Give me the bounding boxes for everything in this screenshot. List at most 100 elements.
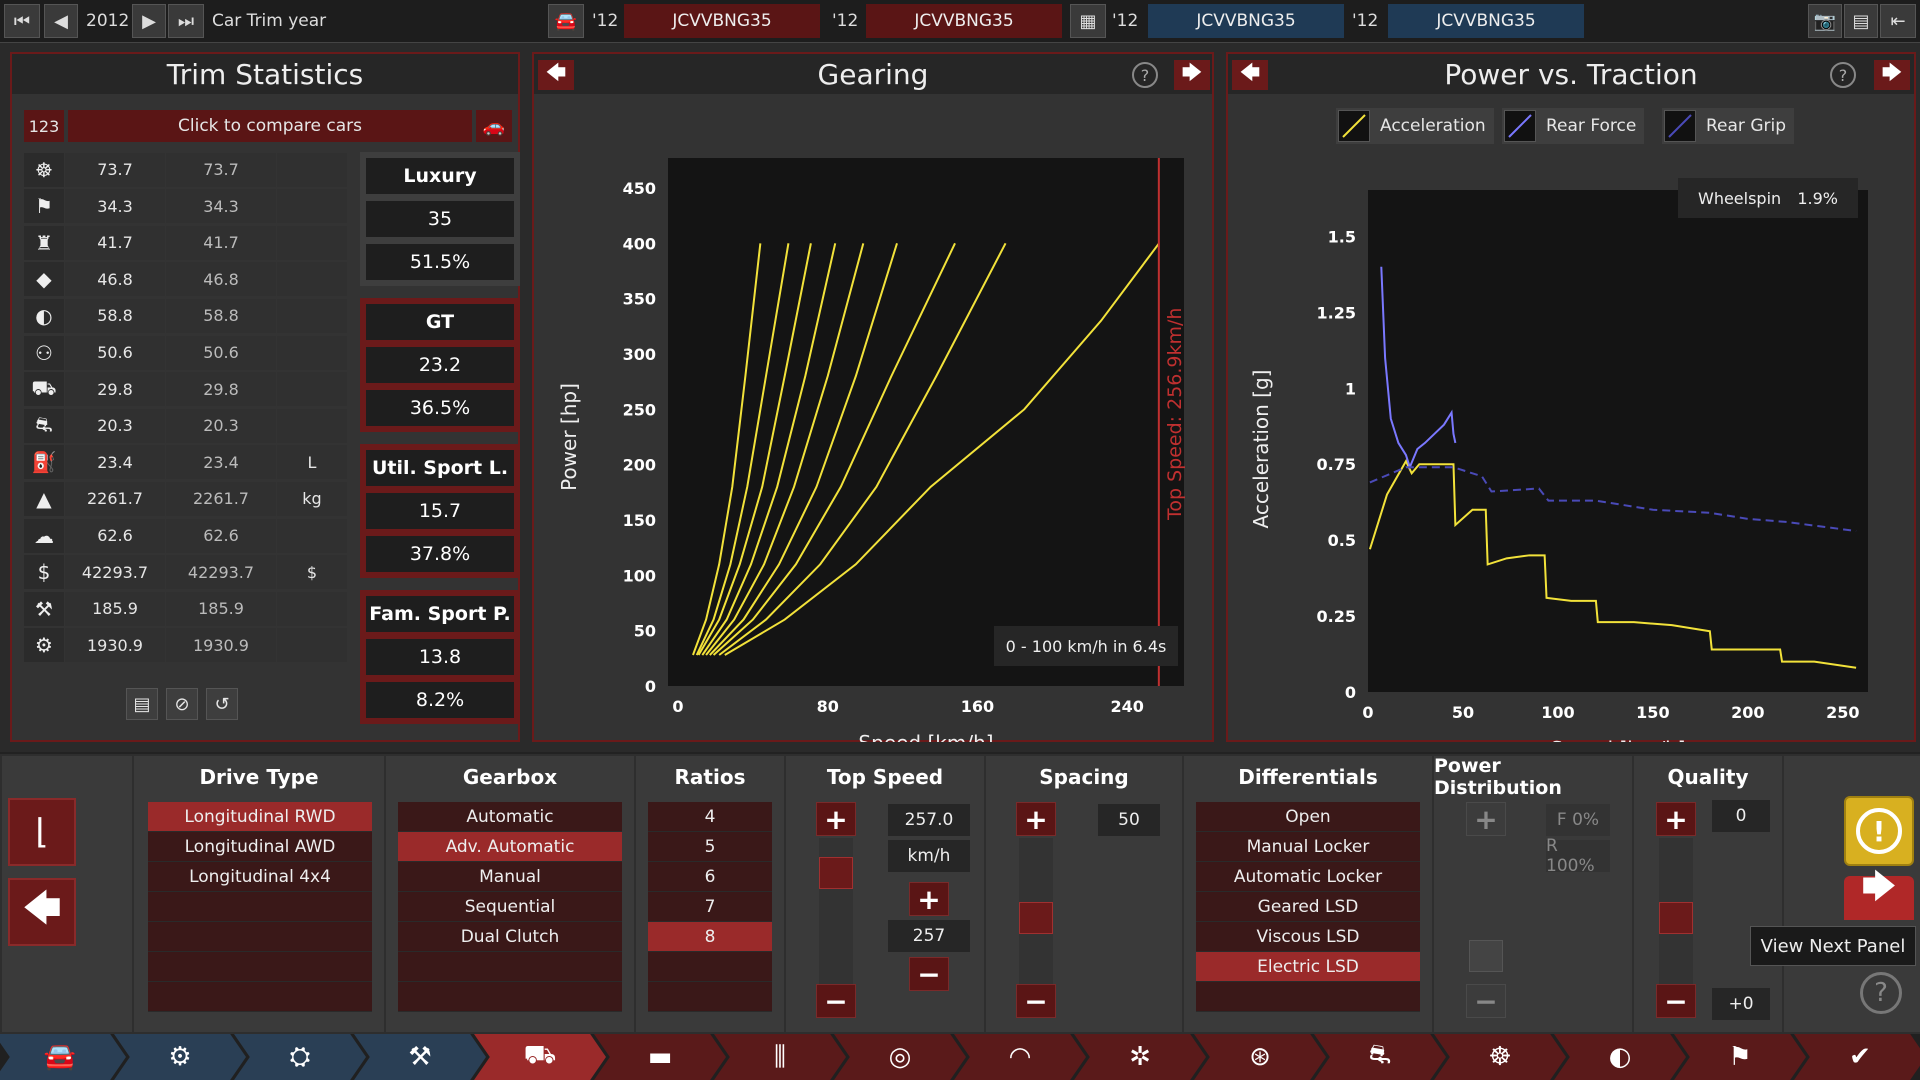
empty-list-slot: [648, 982, 772, 1012]
top-speed-slider-handle[interactable]: [819, 857, 853, 890]
warning-icon: !: [1856, 808, 1902, 854]
grid-slot-icon[interactable]: ▦: [1070, 4, 1106, 38]
reset-icon[interactable]: ↺: [206, 688, 238, 720]
stat-value: 20.3: [65, 408, 165, 443]
list-item[interactable]: Electric LSD: [1196, 952, 1420, 982]
stat-row: ⚒ 185.9 185.9: [24, 591, 348, 626]
power-dist-decrease-button[interactable]: −: [1466, 984, 1506, 1018]
power-dist-slider[interactable]: [1469, 838, 1503, 998]
prev-panel-button[interactable]: 🡄: [538, 60, 574, 90]
help-icon[interactable]: ?: [1132, 62, 1158, 88]
power-dist-increase-button[interactable]: +: [1466, 802, 1506, 836]
chassis-icon[interactable]: ▬: [594, 1034, 726, 1080]
list-item[interactable]: Longitudinal RWD: [148, 802, 372, 832]
stat-row: $ 42293.7 42293.7 $: [24, 555, 348, 590]
list-item[interactable]: 5: [648, 832, 772, 862]
brakes-icon[interactable]: ◎: [834, 1034, 966, 1080]
list-item[interactable]: Longitudinal AWD: [148, 832, 372, 862]
prev-panel-button[interactable]: 🡄: [1232, 60, 1268, 90]
slot-3[interactable]: JCVVBNG35: [1148, 4, 1344, 38]
stat-compare-value: 42293.7: [166, 555, 276, 590]
engine-parts-icon[interactable]: ⚙: [114, 1034, 246, 1080]
compare-car-icon[interactable]: 🚗: [476, 110, 512, 142]
list-item[interactable]: Manual: [398, 862, 622, 892]
list-item[interactable]: 6: [648, 862, 772, 892]
help-icon[interactable]: ?: [1830, 62, 1856, 88]
quality-increase-button[interactable]: +: [1656, 802, 1696, 836]
aero-icon[interactable]: ⊛: [1194, 1034, 1326, 1080]
clear-icon[interactable]: ⊘: [166, 688, 198, 720]
y-axis-label: Acceleration [g]: [1249, 370, 1273, 529]
spacing-slider-handle[interactable]: [1019, 902, 1053, 934]
y-tick-label: 150: [623, 511, 656, 530]
finish-icon[interactable]: ✔: [1794, 1034, 1920, 1080]
list-item[interactable]: Adv. Automatic: [398, 832, 622, 862]
list-item[interactable]: Geared LSD: [1196, 892, 1420, 922]
spacing-value: 50: [1098, 804, 1160, 836]
target-speed-decrease-button[interactable]: −: [909, 957, 949, 991]
next-panel-button[interactable]: 🡆: [1174, 60, 1210, 90]
list-item[interactable]: Open: [1196, 802, 1420, 832]
skip-back-icon[interactable]: ⏮: [4, 4, 40, 38]
suspension-icon[interactable]: ⫼: [714, 1034, 846, 1080]
prev-year-button[interactable]: ◀: [44, 4, 78, 38]
x-tick-label: 250: [1826, 703, 1859, 722]
tires-icon[interactable]: ◠: [954, 1034, 1086, 1080]
spacing-decrease-button[interactable]: −: [1016, 984, 1056, 1018]
list-item[interactable]: Viscous LSD: [1196, 922, 1420, 952]
category-percent: 8.2%: [366, 682, 514, 718]
list-item[interactable]: 8: [648, 922, 772, 952]
fixtures-icon[interactable]: ⛐: [1314, 1034, 1446, 1080]
stat-unit: [277, 518, 347, 553]
engineering-icon: ⚙: [24, 628, 64, 663]
y-tick-label: 50: [634, 622, 656, 641]
list-item[interactable]: Automatic Locker: [1196, 862, 1420, 892]
quality-decrease-button[interactable]: −: [1656, 984, 1696, 1018]
camera-icon[interactable]: 📷: [1808, 4, 1842, 38]
exit-back-icon[interactable]: ⇤: [1880, 4, 1916, 38]
ratios-list: 45678: [646, 800, 774, 1012]
y-tick-label: 1.25: [1317, 303, 1356, 322]
drivetrain-icon[interactable]: ⛟: [474, 1034, 606, 1080]
slot-2[interactable]: JCVVBNG35: [866, 4, 1062, 38]
list-item[interactable]: Manual Locker: [1196, 832, 1420, 862]
skip-forward-icon[interactable]: ⏭: [168, 4, 204, 38]
curve-tool-icon[interactable]: ⌊: [8, 798, 76, 866]
top-speed-increase-button[interactable]: +: [816, 802, 856, 836]
next-year-button[interactable]: ▶: [132, 4, 166, 38]
stat-compare-value: 46.8: [166, 262, 276, 297]
engine-block-icon[interactable]: ⛭: [234, 1034, 366, 1080]
slot-1[interactable]: JCVVBNG35: [624, 4, 820, 38]
list-item[interactable]: Automatic: [398, 802, 622, 832]
compare-id: 123: [24, 110, 64, 142]
car-slot-icon[interactable]: 🚘: [548, 4, 584, 38]
interior-icon[interactable]: ☸: [1434, 1034, 1566, 1080]
top-bar: ⏮ ◀ 2012 ▶ ⏭ Car Trim year 🚘 '12 JCVVBNG…: [0, 0, 1920, 43]
next-panel-button[interactable]: 🡆: [1874, 60, 1910, 90]
next-panel-arrow-icon[interactable]: 🡆: [1844, 867, 1914, 920]
warning-button[interactable]: !: [1844, 796, 1914, 866]
notes-icon[interactable]: ▤: [126, 688, 158, 720]
spacing-increase-button[interactable]: +: [1016, 802, 1056, 836]
quality-slider-handle[interactable]: [1659, 902, 1693, 934]
back-arrow-icon[interactable]: 🡄: [8, 878, 76, 946]
testing-icon[interactable]: ⚑: [1674, 1034, 1806, 1080]
slot-4[interactable]: JCVVBNG35: [1388, 4, 1584, 38]
target-speed-increase-button[interactable]: +: [909, 882, 949, 916]
car-body-icon[interactable]: 🚘: [0, 1034, 126, 1080]
differentials-list: Open Manual Locker Automatic Locker Geared …: [1194, 800, 1422, 1012]
compare-cars-button[interactable]: Click to compare cars: [68, 110, 472, 142]
wheels-icon[interactable]: ✲: [1074, 1034, 1206, 1080]
engine-tune-icon[interactable]: ⚒: [354, 1034, 486, 1080]
list-item[interactable]: 7: [648, 892, 772, 922]
safety-icon[interactable]: ◐: [1554, 1034, 1686, 1080]
list-item[interactable]: Longitudinal 4x4: [148, 862, 372, 892]
power-dist-slider-handle[interactable]: [1469, 940, 1503, 973]
list-item[interactable]: 4: [648, 802, 772, 832]
table-icon[interactable]: ▤: [1844, 4, 1878, 38]
top-speed-decrease-button[interactable]: −: [816, 984, 856, 1018]
fuel-icon: ⛽: [24, 445, 64, 480]
help-icon[interactable]: ?: [1860, 972, 1902, 1014]
list-item[interactable]: Dual Clutch: [398, 922, 622, 952]
list-item[interactable]: Sequential: [398, 892, 622, 922]
